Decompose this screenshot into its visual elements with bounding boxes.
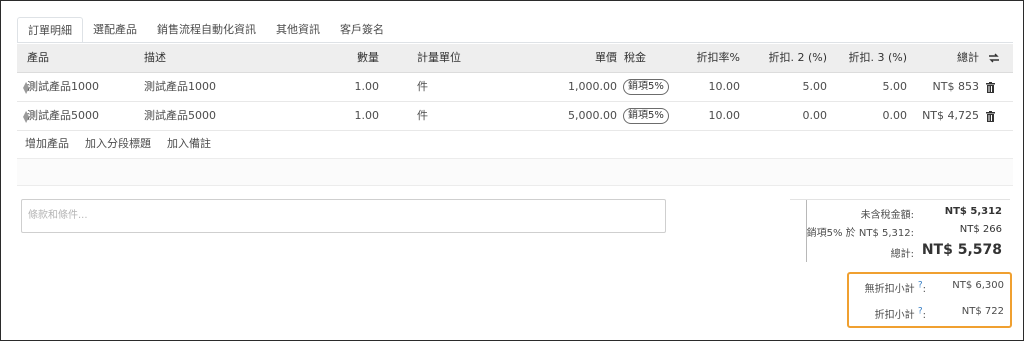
tax-value: NT$ 266 (959, 224, 1002, 235)
row-discount2[interactable]: 5.00 (747, 73, 828, 101)
header-uom[interactable]: 計量單位 (417, 44, 461, 72)
grand-total-value: NT$ 5,578 (921, 242, 1002, 258)
discount-value: NT$ 722 (961, 306, 1004, 317)
row-price[interactable]: 1,000.00 (547, 73, 617, 101)
help-icon[interactable]: ? (918, 281, 923, 291)
row-discount3[interactable]: 5.00 (827, 73, 908, 101)
untaxed-label: 未含稅金額: (860, 210, 914, 221)
header-discount3[interactable]: 折扣. 3 (%) (827, 44, 907, 72)
tax-badge: 銷項5% (623, 108, 669, 124)
row-quantity[interactable]: 1.00 (327, 102, 380, 130)
tax-row: 銷項5% 於 NT$ 5,312: NT$ 266 (806, 224, 1006, 239)
terms-conditions-input[interactable]: 條款和條件... (21, 199, 666, 233)
row-tax[interactable]: 銷項5% (623, 102, 669, 130)
grand-total-label: 總計: (890, 249, 914, 260)
table-row[interactable]: ▲ ▼ 測試產品1000 測試產品1000 1.00 件 1,000.00 銷項5… (17, 73, 1013, 102)
row-discount[interactable]: 10.00 (667, 102, 741, 130)
tab-bar: 訂單明細 選配產品 銷售流程自動化資訊 其他資訊 客戶簽名 (17, 17, 394, 43)
row-tax[interactable]: 銷項5% (623, 73, 669, 101)
order-lines-table: 產品 描述 數量 計量單位 單價 稅金 折扣率% 折扣. 2 (%) 折扣. 3… (17, 44, 1013, 131)
tab-other-info[interactable]: 其他資訊 (266, 17, 330, 43)
add-line-actions: 增加產品 加入分段標題 加入備註 (17, 130, 219, 158)
no-discount-label: 無折扣小計 (864, 284, 915, 295)
empty-row (17, 158, 1013, 186)
untaxed-row: 未含稅金額: NT$ 5,312 (806, 206, 1006, 221)
tab-order-lines[interactable]: 訂單明細 (17, 17, 83, 43)
row-product[interactable]: 測試產品1000 (27, 73, 99, 101)
help-icon[interactable]: ? (918, 307, 923, 317)
row-total: NT$ 853 (932, 80, 979, 93)
row-total: NT$ 4,725 (922, 109, 979, 122)
row-discount[interactable]: 10.00 (667, 73, 741, 101)
row-description[interactable]: 測試產品5000 (144, 102, 216, 130)
row-uom[interactable]: 件 (417, 73, 428, 101)
trash-icon[interactable] (986, 73, 995, 101)
grand-total-row: 總計: NT$ 5,578 (806, 242, 1006, 262)
no-discount-value: NT$ 6,300 (952, 280, 1004, 291)
totals-panel: 未含稅金額: NT$ 5,312 銷項5% 於 NT$ 5,312: NT$ 2… (806, 200, 1006, 262)
discount-label: 折扣小計 (874, 310, 915, 321)
add-product-link[interactable]: 增加產品 (25, 130, 69, 158)
add-section-link[interactable]: 加入分段標題 (85, 130, 151, 158)
row-price[interactable]: 5,000.00 (547, 102, 617, 130)
row-description[interactable]: 測試產品1000 (144, 73, 216, 101)
discount-label-wrap: 折扣小計 ?: (874, 306, 926, 321)
header-product[interactable]: 產品 (27, 44, 49, 72)
trash-icon[interactable] (986, 102, 995, 130)
tax-badge: 銷項5% (623, 79, 669, 95)
table-header-row: 產品 描述 數量 計量單位 單價 稅金 折扣率% 折扣. 2 (%) 折扣. 3… (17, 44, 1013, 73)
untaxed-value: NT$ 5,312 (944, 206, 1002, 217)
header-tax[interactable]: 稅金 (624, 44, 646, 72)
sort-arrows-icon[interactable] (988, 44, 1000, 72)
row-discount3[interactable]: 0.00 (827, 102, 908, 130)
tab-optional-products[interactable]: 選配產品 (83, 17, 147, 43)
header-description[interactable]: 描述 (144, 44, 166, 72)
header-price[interactable]: 單價 (557, 44, 617, 72)
row-product[interactable]: 測試產品5000 (27, 102, 99, 130)
header-discount2[interactable]: 折扣. 2 (%) (747, 44, 827, 72)
tabs-divider (17, 42, 1013, 43)
row-quantity[interactable]: 1.00 (327, 73, 380, 101)
table-row[interactable]: ▲ ▼ 測試產品5000 測試產品5000 1.00 件 5,000.00 銷項5… (17, 102, 1013, 131)
no-discount-label-wrap: 無折扣小計 ?: (864, 280, 926, 295)
add-note-link[interactable]: 加入備註 (167, 130, 211, 158)
tab-customer-signature[interactable]: 客戶簽名 (330, 17, 394, 43)
tax-label: 銷項5% 於 NT$ 5,312: (806, 228, 914, 239)
header-discount[interactable]: 折扣率% (667, 44, 740, 72)
tab-sales-automation[interactable]: 銷售流程自動化資訊 (147, 17, 266, 43)
header-quantity[interactable]: 數量 (327, 44, 379, 72)
row-uom[interactable]: 件 (417, 102, 428, 130)
row-discount2[interactable]: 0.00 (747, 102, 828, 130)
header-total[interactable]: 總計 (917, 44, 979, 72)
subtotals-highlight-box: 無折扣小計 ?: NT$ 6,300 折扣小計 ?: NT$ 722 (847, 272, 1012, 328)
